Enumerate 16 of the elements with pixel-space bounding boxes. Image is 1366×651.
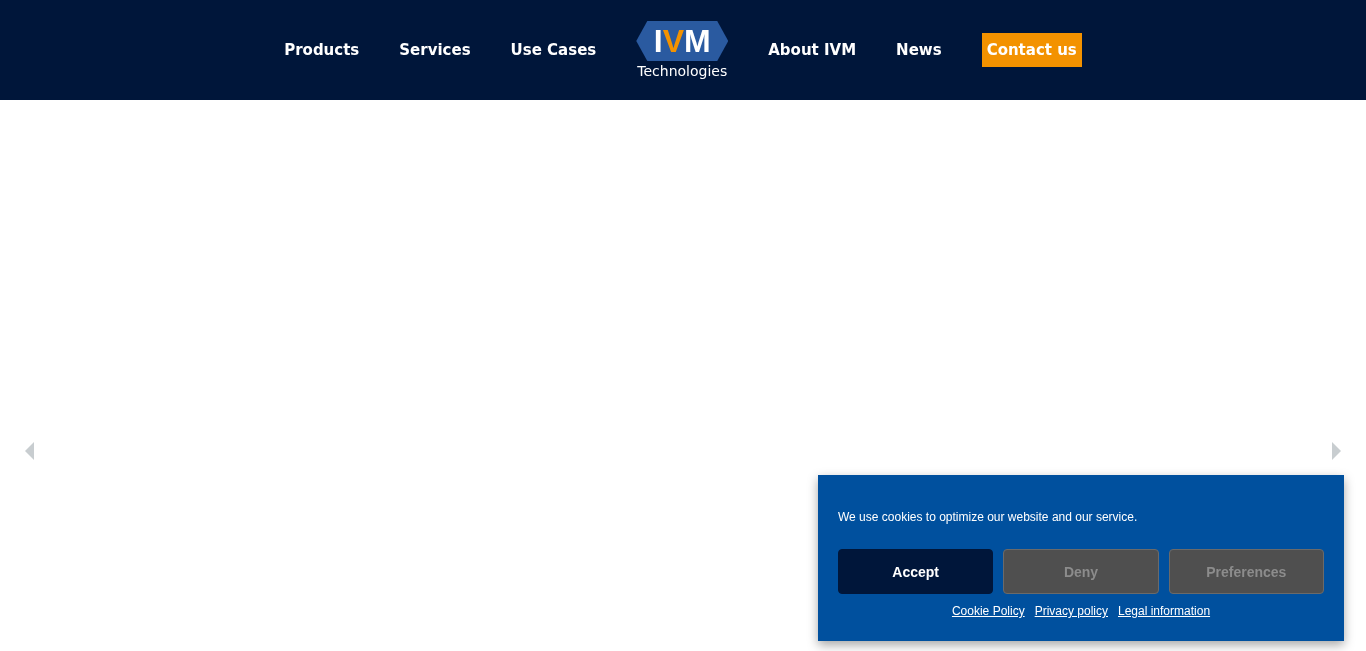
accept-button[interactable]: Accept <box>838 549 994 594</box>
cookie-message: We use cookies to optimize our website and our service. <box>838 510 1139 524</box>
policy-link[interactable]: Privacy policy <box>1034 604 1108 618</box>
logo-subtitle: Technologies <box>637 63 728 79</box>
nav-link[interactable]: News <box>896 41 942 59</box>
logo-letter: M <box>684 25 711 57</box>
logo-letter: I <box>653 25 663 57</box>
next-arrow-icon[interactable] <box>1330 442 1342 460</box>
nav-link[interactable]: Use Cases <box>510 41 597 59</box>
nav-link[interactable]: Products <box>284 41 360 59</box>
policy-link[interactable]: Cookie Policy <box>951 604 1025 618</box>
nav-link[interactable]: About IVM <box>768 41 857 59</box>
previous-arrow-icon[interactable] <box>24 442 36 460</box>
logo-letter: V <box>662 25 685 57</box>
nav-link[interactable]: Services <box>399 41 471 59</box>
policy-link[interactable]: Legal information <box>1118 604 1211 618</box>
